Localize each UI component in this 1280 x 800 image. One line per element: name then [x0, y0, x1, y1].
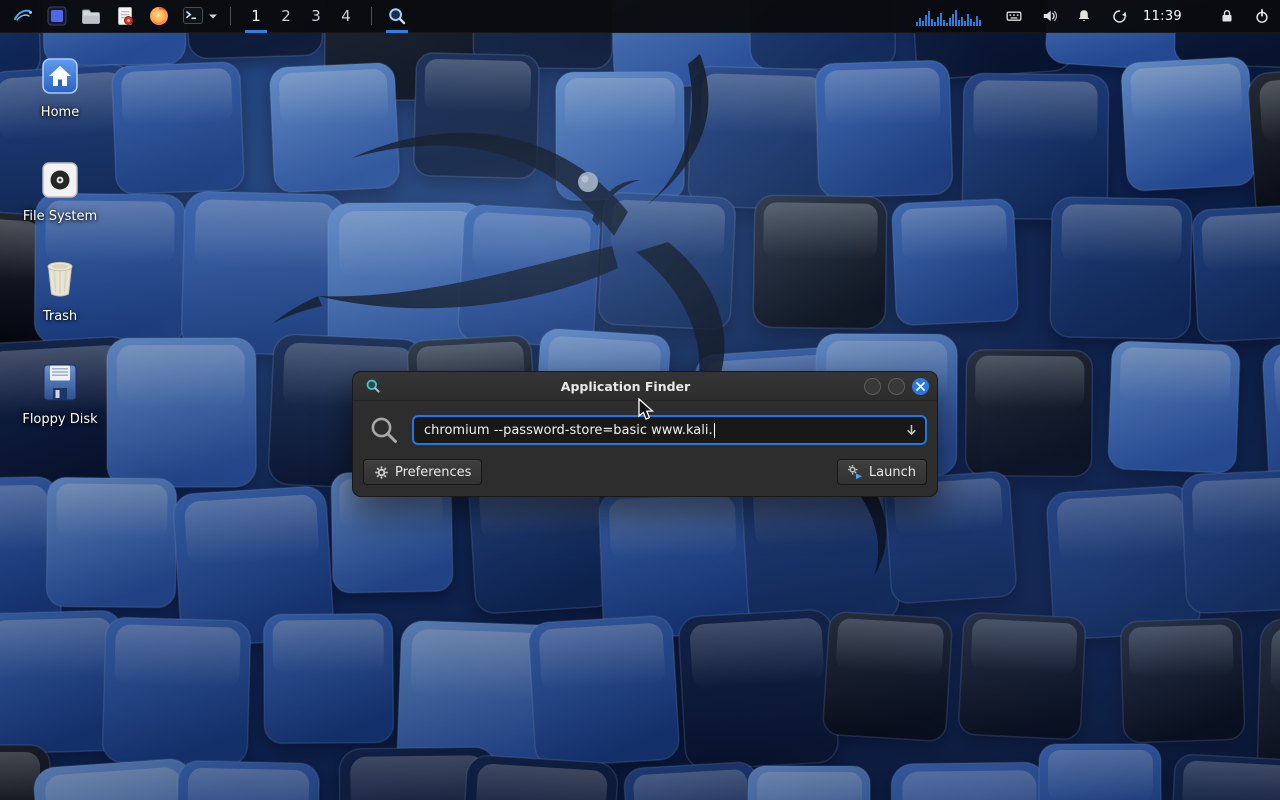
panel-separator	[230, 7, 231, 25]
screen-lock-button[interactable]	[1215, 4, 1239, 28]
panel-right-group: 11:39	[916, 0, 1274, 32]
workspace-2-label: 2	[281, 7, 291, 25]
window-app-icon	[46, 5, 68, 27]
workspace-4-label: 4	[341, 7, 351, 25]
bell-icon	[1076, 8, 1092, 24]
floppy-disk-icon	[40, 362, 80, 403]
close-icon	[916, 382, 925, 391]
preferences-button[interactable]: Preferences	[363, 459, 482, 485]
firefox-icon	[148, 5, 170, 27]
desktop-icon-file-system[interactable]: File System	[12, 160, 108, 224]
finder-buttons-row: Preferences Launch	[353, 459, 937, 496]
file-manager-launcher[interactable]	[78, 3, 104, 30]
taskbar-appfinder-button[interactable]	[382, 0, 412, 33]
volume-control[interactable]	[1037, 4, 1061, 28]
gear-icon	[374, 465, 389, 480]
text-caret	[714, 423, 715, 438]
appfinder-window-icon	[365, 378, 381, 394]
command-text: chromium --password-store=basic www.kali…	[424, 423, 713, 438]
launcher-dropdown-arrow[interactable]	[208, 13, 218, 20]
text-editor-launcher[interactable]	[112, 3, 138, 30]
audio-visualizer[interactable]	[916, 6, 981, 26]
volume-icon	[1041, 8, 1058, 24]
home-folder-icon	[40, 56, 80, 96]
hard-disk-icon	[40, 160, 80, 200]
workspace-2[interactable]: 2	[271, 0, 301, 33]
dropdown-arrow-button[interactable]	[905, 424, 918, 437]
maximize-button[interactable]	[888, 378, 905, 395]
search-icon	[369, 415, 399, 445]
application-finder-window: Application Finder chromium --password-s…	[352, 371, 938, 497]
lock-icon	[1219, 8, 1235, 24]
finder-input-row: chromium --password-store=basic www.kali…	[353, 401, 937, 459]
workspace-1[interactable]: 1	[241, 0, 271, 33]
firefox-launcher[interactable]	[146, 3, 172, 30]
keyboard-icon	[1005, 8, 1023, 24]
appfinder-task-icon	[387, 6, 407, 26]
desktop-icon-home[interactable]: Home	[12, 56, 108, 120]
refresh-circle-icon	[1111, 8, 1128, 25]
desktop-icon-trash[interactable]: Trash	[12, 258, 108, 324]
panel-separator	[371, 7, 372, 25]
top-panel: 1 2 3 4	[0, 0, 1280, 33]
titlebar[interactable]: Application Finder	[353, 372, 937, 401]
updates-indicator[interactable]	[1107, 4, 1131, 28]
preferences-label: Preferences	[395, 465, 471, 480]
terminal-icon	[182, 5, 204, 27]
minimize-button[interactable]	[864, 378, 881, 395]
desktop-icon-label: Floppy Disk	[22, 412, 97, 427]
command-input[interactable]: chromium --password-store=basic www.kali…	[412, 415, 927, 445]
workspace-3[interactable]: 3	[301, 0, 331, 33]
workspace-1-label: 1	[251, 7, 261, 25]
window-controls	[864, 378, 929, 395]
desktop-icon-label: File System	[23, 209, 97, 224]
text-editor-icon	[114, 5, 136, 27]
kali-logo-icon	[11, 4, 35, 28]
notifications[interactable]	[1072, 4, 1096, 28]
launch-icon	[848, 465, 863, 480]
desktop-icon-floppy-disk[interactable]: Floppy Disk	[12, 362, 108, 427]
kali-menu-button[interactable]	[10, 3, 36, 30]
logout-button[interactable]	[1250, 4, 1274, 28]
desktop-icon-label: Home	[41, 105, 79, 120]
desktop-root: 1 2 3 4	[0, 0, 1280, 800]
window-title: Application Finder	[387, 379, 864, 394]
terminal-launcher[interactable]	[180, 3, 206, 30]
keyboard-indicator[interactable]	[1002, 4, 1026, 28]
power-icon	[1254, 8, 1270, 25]
chevron-down-icon	[208, 13, 218, 20]
close-button[interactable]	[912, 378, 929, 395]
desktop-icon-label: Trash	[43, 309, 77, 324]
workspace-3-label: 3	[311, 7, 321, 25]
window-app-launcher[interactable]	[44, 3, 70, 30]
workspace-4[interactable]: 4	[331, 0, 361, 33]
taskbar-active-underline	[386, 30, 408, 33]
arrow-down-icon	[905, 424, 918, 437]
launch-button[interactable]: Launch	[837, 459, 927, 485]
panel-left-group: 1 2 3 4	[6, 0, 412, 32]
file-manager-icon	[80, 5, 102, 27]
launch-label: Launch	[869, 465, 916, 480]
panel-clock[interactable]: 11:39	[1143, 9, 1182, 24]
trash-icon	[40, 258, 80, 300]
workspace-active-underline	[245, 30, 267, 33]
